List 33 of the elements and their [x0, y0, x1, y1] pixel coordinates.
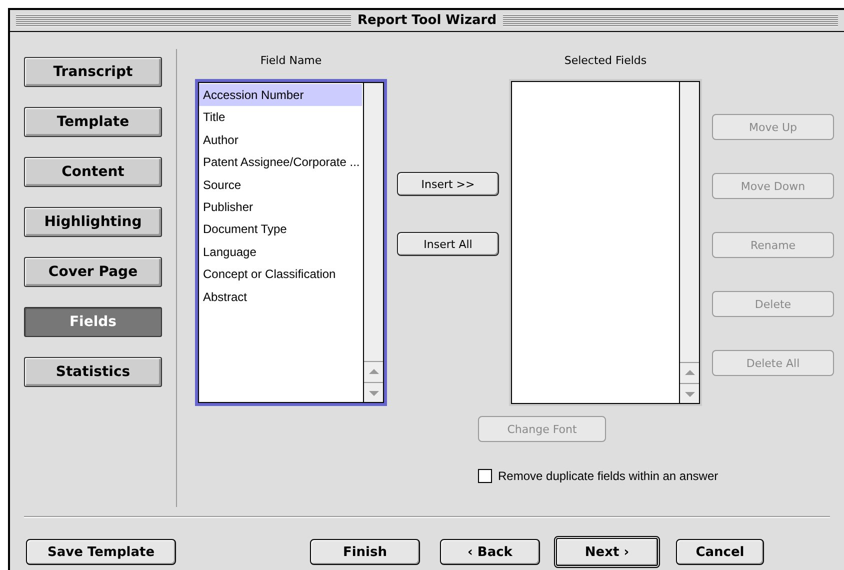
list-item[interactable]: Source: [199, 174, 362, 196]
list-label: Selected Fields: [564, 54, 647, 69]
footer-button[interactable]: Next ›: [554, 536, 660, 568]
list-item[interactable]: Publisher: [199, 196, 362, 218]
nav-button[interactable]: Content: [24, 157, 162, 187]
footer-button[interactable]: Save Template: [26, 539, 176, 565]
nav-button[interactable]: Transcript: [24, 57, 162, 87]
list-item[interactable]: Language: [199, 240, 362, 264]
scroll-bar[interactable]: [679, 81, 700, 404]
scroll-bar[interactable]: [363, 82, 384, 403]
insert-button[interactable]: Insert All: [397, 232, 499, 256]
selected-list[interactable]: [509, 79, 702, 406]
nav-button[interactable]: Statistics: [24, 357, 162, 387]
list-label: Field Name: [260, 54, 322, 69]
nav-button[interactable]: Fields: [24, 307, 162, 337]
nav-button[interactable]: Highlighting: [24, 207, 162, 237]
window-title: Report Tool Wizard: [357, 13, 497, 28]
nav-button[interactable]: Template: [24, 107, 162, 137]
footer-button[interactable]: Finish: [310, 539, 420, 565]
list-item[interactable]: Abstract: [199, 286, 362, 308]
checkbox-label: Remove duplicate fields within an answer: [498, 469, 718, 483]
insert-button[interactable]: Insert >>: [397, 172, 499, 196]
footer-button[interactable]: Cancel: [676, 539, 764, 565]
list-item[interactable]: Author: [199, 128, 362, 152]
list-item[interactable]: Accession Number: [199, 84, 362, 106]
list-item[interactable]: Concept or Classification: [199, 263, 362, 286]
field-list[interactable]: Accession Number Title Author Patent Assignee/Corporate ... Source Publisher Document Type Language Concept or Classification Abstract: [195, 79, 387, 406]
list-item[interactable]: Patent Assignee/Corporate ...: [199, 151, 362, 174]
list-item[interactable]: Title: [199, 106, 362, 129]
list-item[interactable]: Document Type: [199, 218, 362, 241]
footer-button[interactable]: ‹ Back: [440, 539, 540, 565]
checkbox[interactable]: [478, 469, 492, 483]
nav-button[interactable]: Cover Page: [24, 257, 162, 287]
